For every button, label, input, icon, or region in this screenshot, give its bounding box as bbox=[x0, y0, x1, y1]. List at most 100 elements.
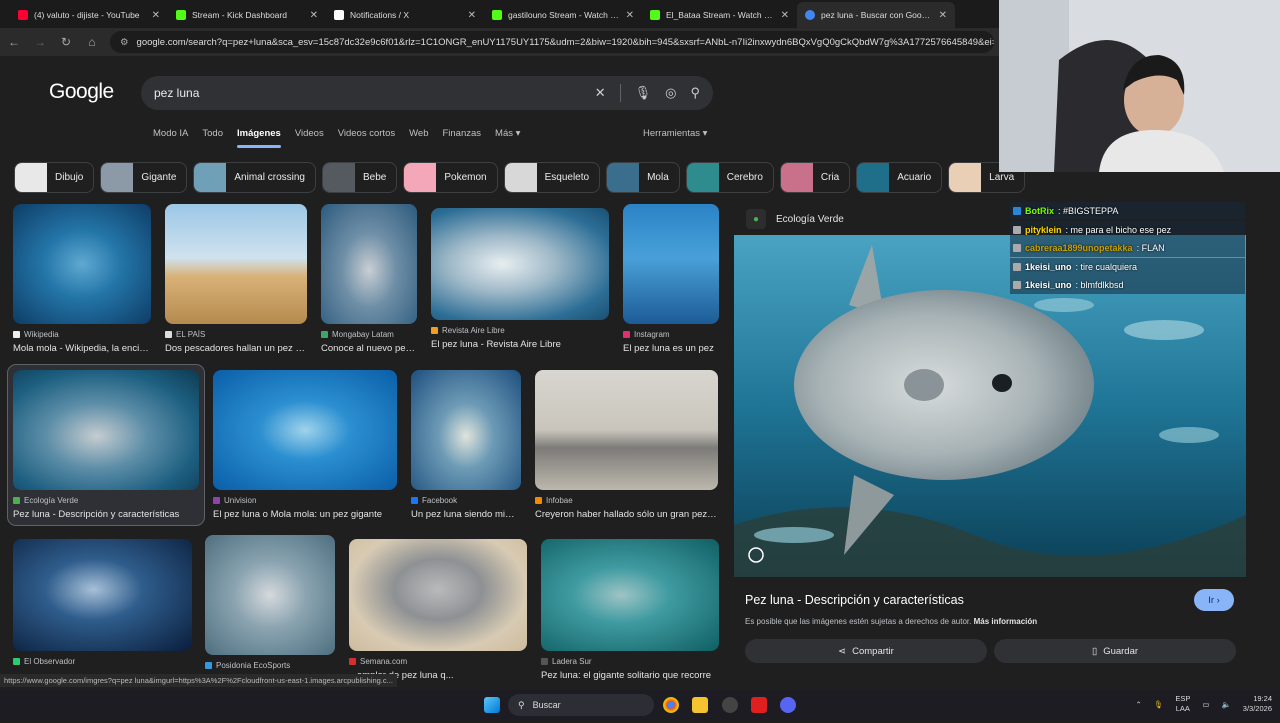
result-image[interactable] bbox=[13, 539, 192, 651]
result-image[interactable] bbox=[349, 539, 527, 651]
close-icon[interactable]: ✕ bbox=[781, 10, 789, 21]
result-image[interactable] bbox=[213, 370, 397, 490]
url-field[interactable]: ⚙ google.com/search?q=pez+luna&sca_esv=15… bbox=[110, 31, 994, 53]
result-image[interactable] bbox=[541, 539, 719, 651]
result-caption[interactable]: Dos pescadores hallan un pez luna gigant… bbox=[165, 343, 307, 354]
back-icon[interactable]: ← bbox=[6, 35, 22, 49]
chip-animal-crossing[interactable]: Animal crossing bbox=[193, 162, 316, 193]
more-info-link[interactable]: Más información bbox=[974, 617, 1038, 626]
tab-finanzas[interactable]: Finanzas bbox=[442, 128, 481, 139]
result-image[interactable] bbox=[431, 208, 609, 320]
result-card[interactable]: Infobae Creyeron haber hallado sólo un g… bbox=[535, 370, 718, 520]
lens-icon[interactable]: ◎ bbox=[665, 85, 676, 101]
network-icon[interactable]: ▭ bbox=[1202, 700, 1209, 709]
chip-pokemon[interactable]: Pokemon bbox=[403, 162, 498, 193]
result-card[interactable]: Revista Aire Libre El pez luna - Revista… bbox=[431, 208, 609, 350]
preview-title[interactable]: Pez luna - Descripción y características bbox=[745, 593, 964, 607]
result-card[interactable]: Semana.com ...emplar de pez luna q... bbox=[349, 539, 527, 681]
tab-todo[interactable]: Todo bbox=[202, 128, 223, 139]
reload-icon[interactable]: ↻ bbox=[58, 35, 74, 49]
tab-videos[interactable]: Videos bbox=[295, 128, 324, 139]
tab-kick-dashboard[interactable]: Stream - Kick Dashboard ✕ bbox=[168, 2, 326, 28]
tab-kick-elbataa[interactable]: El_Bataa Stream - Watch Live on Kick ✕ bbox=[642, 2, 797, 28]
chrome-icon[interactable] bbox=[663, 697, 679, 713]
result-image[interactable] bbox=[623, 204, 719, 324]
chip-esqueleto[interactable]: Esqueleto bbox=[503, 162, 601, 193]
result-image[interactable] bbox=[535, 370, 718, 490]
result-card-selected[interactable]: Ecología Verde Pez luna - Descripción y … bbox=[7, 364, 205, 526]
result-caption[interactable]: El pez luna es un pez bbox=[623, 343, 719, 354]
result-card[interactable]: Mongabay Latam Conoce al nuevo pez luna bbox=[321, 204, 417, 354]
app-icon[interactable] bbox=[751, 697, 767, 713]
discord-icon[interactable] bbox=[780, 697, 796, 713]
visit-button[interactable]: Ir › bbox=[1194, 589, 1234, 611]
chip-acuario[interactable]: Acuario bbox=[856, 162, 943, 193]
chip-cria[interactable]: Cria bbox=[779, 162, 851, 193]
clear-icon[interactable]: ✕ bbox=[595, 85, 606, 101]
tab-imagenes[interactable]: Imágenes bbox=[237, 128, 281, 148]
result-image[interactable] bbox=[205, 535, 335, 655]
search-input[interactable]: pez luna bbox=[154, 86, 581, 100]
result-caption[interactable]: Conoce al nuevo pez luna bbox=[321, 343, 417, 354]
search-box[interactable]: pez luna ✕ 🎙 ◎ ⚲ bbox=[141, 76, 713, 110]
result-caption[interactable]: Creyeron haber hallado sólo un gran pez … bbox=[535, 509, 718, 520]
result-caption[interactable]: El pez luna o Mola mola: un pez gigante bbox=[213, 509, 397, 520]
mic-icon[interactable]: 🎙 bbox=[1154, 700, 1164, 709]
chip-gigante[interactable]: Gigante bbox=[100, 162, 188, 193]
result-image[interactable] bbox=[165, 204, 307, 324]
close-icon[interactable]: ✕ bbox=[626, 10, 634, 21]
result-caption[interactable]: Pez luna - Descripción y características bbox=[13, 509, 199, 520]
chip-mola[interactable]: Mola bbox=[606, 162, 680, 193]
preview-source[interactable]: ● Ecología Verde bbox=[746, 209, 844, 229]
result-card[interactable]: Univision El pez luna o Mola mola: un pe… bbox=[213, 370, 397, 520]
language-indicator[interactable]: ESP LAA bbox=[1175, 694, 1190, 714]
settings-icon[interactable] bbox=[722, 697, 738, 713]
site-info-icon[interactable]: ⚙ bbox=[120, 37, 129, 48]
google-logo[interactable]: Google bbox=[49, 80, 114, 104]
result-image[interactable] bbox=[321, 204, 417, 324]
share-button[interactable]: ⋖ Compartir bbox=[745, 639, 987, 663]
save-button[interactable]: ▯ Guardar bbox=[994, 639, 1236, 663]
chip-bebe[interactable]: Bebe bbox=[321, 162, 398, 193]
chevron-up-icon[interactable]: ⌃ bbox=[1136, 700, 1142, 709]
close-icon[interactable]: ✕ bbox=[468, 10, 476, 21]
tab-kick-gastilouno[interactable]: gastilouno Stream - Watch Live on Kick ✕ bbox=[484, 2, 642, 28]
result-caption[interactable]: Mola mola - Wikipedia, la enciclopedia l… bbox=[13, 343, 151, 354]
tab-modo-ia[interactable]: Modo IA bbox=[153, 128, 188, 139]
taskbar-search[interactable]: ⚲ Buscar bbox=[508, 694, 654, 716]
result-caption[interactable]: Pez luna: el gigante solitario que recor… bbox=[541, 670, 719, 681]
windows-start-icon[interactable] bbox=[484, 697, 500, 713]
result-image[interactable] bbox=[13, 370, 199, 490]
file-explorer-icon[interactable] bbox=[692, 697, 708, 713]
chip-cerebro[interactable]: Cerebro bbox=[685, 162, 774, 193]
result-caption[interactable]: Un pez luna siendo mimado bbox=[411, 509, 521, 520]
result-card[interactable]: Ladera Sur Pez luna: el gigante solitari… bbox=[541, 539, 719, 681]
result-card[interactable]: Posidonia EcoSports bbox=[205, 535, 335, 670]
tab-youtube[interactable]: (4) valuto - dijiste - YouTube ✕ bbox=[10, 2, 168, 28]
tools-button[interactable]: Herramientas ▾ bbox=[643, 128, 707, 139]
result-image[interactable] bbox=[411, 370, 521, 490]
close-icon[interactable]: ✕ bbox=[939, 10, 947, 21]
result-image[interactable] bbox=[13, 204, 151, 324]
result-card[interactable]: Wikipedia Mola mola - Wikipedia, la enci… bbox=[13, 204, 151, 354]
close-icon[interactable]: ✕ bbox=[152, 10, 160, 21]
search-divider bbox=[619, 84, 621, 102]
volume-icon[interactable]: 🔈 bbox=[1221, 700, 1230, 709]
result-caption[interactable]: El pez luna - Revista Aire Libre bbox=[431, 339, 609, 350]
chip-dibujo[interactable]: Dibujo bbox=[14, 162, 95, 193]
clock[interactable]: 19:24 3/3/2026 bbox=[1243, 694, 1272, 714]
tab-web[interactable]: Web bbox=[409, 128, 428, 139]
tab-x-notifications[interactable]: Notifications / X ✕ bbox=[326, 2, 484, 28]
forward-icon[interactable]: → bbox=[32, 35, 48, 49]
search-icon[interactable]: ⚲ bbox=[690, 85, 700, 101]
result-card[interactable]: EL PAÍS Dos pescadores hallan un pez lun… bbox=[165, 204, 307, 354]
close-icon[interactable]: ✕ bbox=[310, 10, 318, 21]
tab-videos-cortos[interactable]: Videos cortos bbox=[338, 128, 395, 139]
result-card[interactable]: Instagram El pez luna es un pez bbox=[623, 204, 719, 354]
tab-google-search[interactable]: pez luna - Buscar con Google ✕ bbox=[797, 2, 955, 28]
tab-mas[interactable]: Más ▾ bbox=[495, 128, 520, 139]
home-icon[interactable]: ⌂ bbox=[84, 35, 100, 49]
mic-icon[interactable]: 🎙 bbox=[635, 85, 652, 101]
result-card[interactable]: Facebook Un pez luna siendo mimado bbox=[411, 370, 521, 520]
result-card[interactable]: El Observador bbox=[13, 539, 192, 666]
